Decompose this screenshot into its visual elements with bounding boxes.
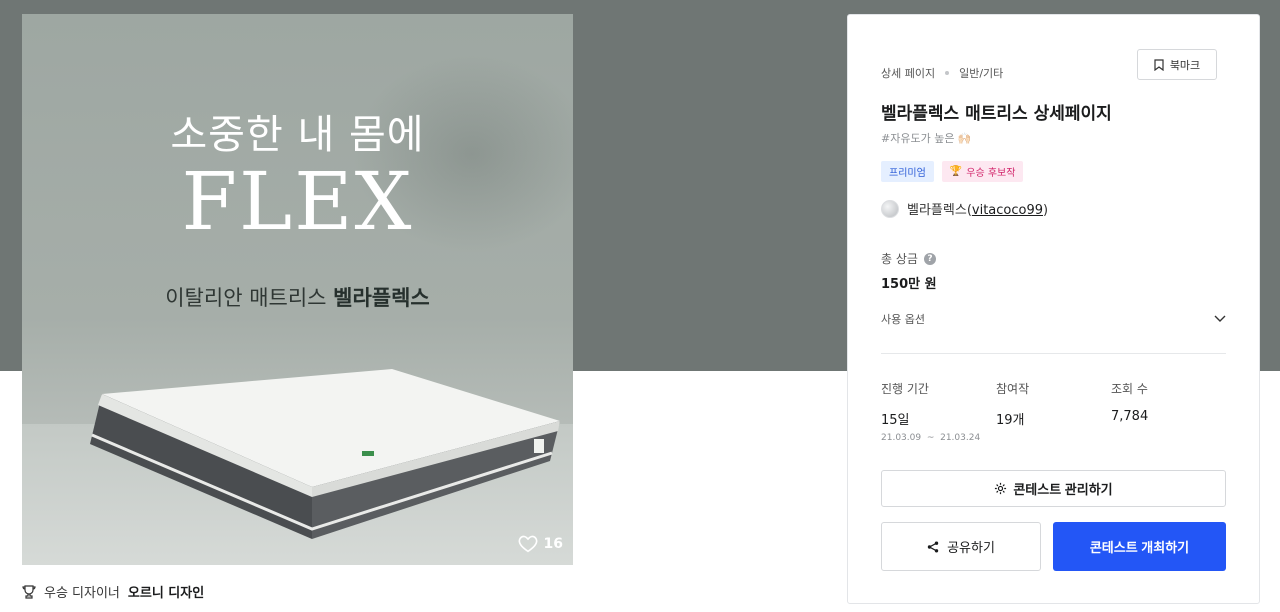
contest-tag: #자유도가 높은 🙌🏻 <box>881 132 972 145</box>
use-option-toggle[interactable]: 사용 옵션 <box>881 311 1226 327</box>
like-count: 16 <box>543 536 563 552</box>
bookmark-icon <box>1154 58 1164 71</box>
breadcrumb-category[interactable]: 상세 페이지 <box>881 65 935 81</box>
host-handle[interactable]: vitacoco99 <box>972 203 1043 218</box>
stat-period-label: 진행 기간 <box>881 382 929 396</box>
share-button[interactable]: 공유하기 <box>881 522 1041 571</box>
manage-contest-button[interactable]: 콘테스트 관리하기 <box>881 470 1226 507</box>
host-info[interactable]: 벨라플렉스(vitacoco99) <box>881 199 1048 218</box>
use-option-label: 사용 옵션 <box>881 313 925 326</box>
poster-subtitle: 이탈리안 매트리스 벨라플렉스 <box>22 282 573 312</box>
poster-headline: 소중한 내 몸에 <box>170 112 425 158</box>
stat-views: 조회 수 7,784 <box>1111 380 1148 424</box>
stat-views-label: 조회 수 <box>1111 382 1148 396</box>
poster-subtitle-prefix: 이탈리안 매트리스 <box>165 286 334 310</box>
contest-info-panel: 상세 페이지 일반/기타 북마크 벨라플렉스 매트리스 상세페이지 #자유도가 … <box>847 14 1260 604</box>
like-counter[interactable]: 16 <box>518 535 563 553</box>
bookmark-button[interactable]: 북마크 <box>1137 49 1217 80</box>
host-contest-button[interactable]: 콘테스트 개최하기 <box>1053 522 1226 571</box>
stat-participants-value: 19개 <box>996 413 1025 428</box>
avatar <box>881 199 899 218</box>
stat-period: 진행 기간 15일 21.03.09 ~ 21.03.24 <box>881 380 980 443</box>
poster-brand: 벨라플렉스 <box>333 286 430 310</box>
prize-label-text: 총 상금 <box>881 252 918 266</box>
contest-thumbnail[interactable]: 소중한 내 몸에 FLEX 이탈리안 매트리스 벨라플렉스 16 <box>22 14 573 565</box>
mattress-illustration <box>90 369 560 539</box>
host-name: 벨라플렉스(vitacoco99) <box>907 203 1049 218</box>
breadcrumb: 상세 페이지 일반/기타 <box>881 65 1003 81</box>
prize-label: 총 상금 ? <box>881 250 936 267</box>
stat-participants: 참여작 19개 <box>996 380 1029 428</box>
winner-candidate-label: 우승 후보작 <box>966 168 1016 179</box>
breadcrumb-subcategory[interactable]: 일반/기타 <box>959 65 1003 81</box>
trophy-icon <box>22 584 36 599</box>
share-icon <box>927 541 939 552</box>
stat-participants-label: 참여작 <box>996 382 1030 396</box>
designer-name[interactable]: 오르니 디자인 <box>128 582 204 601</box>
stat-views-value: 7,784 <box>1111 409 1149 424</box>
stat-period-range: 21.03.09 ~ 21.03.24 <box>881 433 981 443</box>
designer-prefix: 우승 디자이너 <box>44 586 120 601</box>
winner-candidate-badge: 🏆 우승 후보작 <box>941 161 1024 182</box>
premium-badge: 프리미엄 <box>881 161 934 182</box>
help-icon[interactable]: ? <box>923 252 936 265</box>
winning-designer: 우승 디자이너 오르니 디자인 <box>22 582 204 601</box>
share-label: 공유하기 <box>947 540 995 555</box>
trophy-icon: 🏆 <box>949 166 963 177</box>
stat-period-value: 15일 <box>881 413 910 428</box>
divider <box>881 353 1226 354</box>
badge-group: 프리미엄 🏆 우승 후보작 <box>881 161 1024 182</box>
chevron-down-icon <box>1214 315 1226 322</box>
heart-icon <box>518 535 537 553</box>
bookmark-label: 북마크 <box>1169 59 1201 72</box>
contest-title: 벨라플렉스 매트리스 상세페이지 <box>881 104 1112 124</box>
breadcrumb-separator <box>945 71 950 75</box>
manage-contest-label: 콘테스트 관리하기 <box>1013 482 1113 497</box>
prize-value: 150만 원 <box>881 277 937 292</box>
poster-big-text: FLEX <box>181 155 414 248</box>
gear-icon <box>995 482 1007 495</box>
